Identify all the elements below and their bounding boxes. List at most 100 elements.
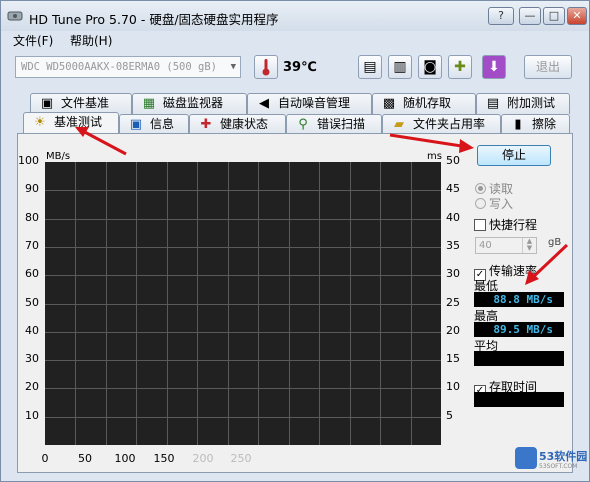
tab-disk-monitor[interactable]: ▦ 磁盘监视器 [132, 93, 247, 114]
y-right-tick: 40 [446, 210, 460, 224]
stop-button[interactable]: 停止 [477, 145, 551, 166]
thermometer-button[interactable] [254, 55, 278, 79]
tab-noise-management[interactable]: ◀ 自动噪音管理 [247, 93, 372, 114]
menu-file[interactable]: 文件(F) [13, 32, 53, 49]
y-right-tick: 10 [446, 380, 460, 394]
tab-label: 信息 [150, 117, 175, 131]
app-window: HD Tune Pro 5.70 - 硬盘/固态硬盘实用程序 ? — □ ✕ 文… [0, 0, 590, 482]
tab-file-benchmark[interactable]: ▣ 文件基准 [30, 93, 132, 114]
y-left-tick: 30 [25, 352, 39, 366]
tab-random-access[interactable]: ▩ 随机存取 [372, 93, 476, 114]
tab-label: 自动噪音管理 [278, 96, 351, 110]
quick-stroke-label: 快捷行程 [489, 218, 538, 232]
quick-stroke-checkbox[interactable]: 快捷行程 [474, 216, 537, 233]
tab-extra-tests[interactable]: ▤ 附加测试 [476, 93, 570, 114]
access-time-value [474, 392, 564, 407]
speaker-icon: ◀ [259, 96, 269, 111]
drive-select-value: WDC WD5000AAKX-08ERMA0 (500 gB) [21, 61, 217, 73]
x-tick: 100 [114, 452, 136, 465]
copy-info-button[interactable]: ▥ [388, 55, 412, 79]
min-value: 88.8 MB/s [474, 292, 564, 307]
title-bar: HD Tune Pro 5.70 - 硬盘/固态硬盘实用程序 ? — □ ✕ [1, 1, 589, 31]
tab-label: 擦除 [532, 117, 557, 131]
y-right-unit: ms [427, 151, 442, 162]
y-left-tick: 50 [25, 295, 39, 309]
x-tick: 50 [78, 452, 92, 465]
maximize-button[interactable]: □ [543, 7, 565, 25]
tab-folder-usage[interactable]: ▰ 文件夹占用率 [382, 114, 501, 135]
tab-label: 错误扫描 [317, 117, 366, 131]
exit-button[interactable]: 退出 [524, 55, 572, 79]
minimize-button[interactable]: — [519, 7, 541, 25]
transfer-rate-label: 传输速率 [489, 264, 538, 278]
health-tool-button[interactable]: ✚ [448, 55, 472, 79]
copy-text-button[interactable]: ▤ [358, 55, 382, 79]
quick-stroke-size[interactable]: 40 ▲ ▼ [475, 237, 537, 254]
watermark-logo [515, 447, 537, 469]
y-left-tick: 90 [25, 182, 39, 196]
drive-select[interactable]: WDC WD5000AAKX-08ERMA0 (500 gB) ▼ [15, 56, 241, 78]
doc-icon: ▣ [40, 96, 54, 111]
chart-grid [45, 162, 441, 445]
tab-label: 附加测试 [507, 96, 556, 110]
thermometer-icon [262, 59, 270, 76]
tab-benchmark[interactable]: ☀ 基准测试 [23, 112, 119, 134]
benchmark-chart [45, 162, 441, 445]
screenshot-button[interactable]: ◙ [418, 55, 442, 79]
download-button[interactable]: ⬇ [482, 55, 506, 79]
download-icon: ⬇ [488, 59, 500, 75]
write-radio-label: 写入 [489, 197, 514, 211]
tab-error-scan[interactable]: ⚲ 错误扫描 [286, 114, 382, 135]
y-left-tick: 70 [25, 238, 39, 252]
tab-label: 健康状态 [220, 117, 269, 131]
tab-erase[interactable]: ▮ 擦除 [501, 114, 570, 135]
tab-label: 随机存取 [403, 96, 452, 110]
radio-dot [475, 183, 486, 194]
y-right-tick: 50 [446, 154, 460, 167]
x-tick: 250 [230, 452, 252, 465]
tab-label: 文件基准 [61, 96, 110, 110]
site-watermark: 53软件园 53SOFT.COM [515, 445, 589, 477]
scan-icon: ⚲ [298, 117, 308, 132]
y-left-tick: 80 [25, 210, 39, 224]
close-button[interactable]: ✕ [567, 7, 587, 25]
watermark-name: 53软件园 [539, 450, 588, 463]
tab-label: 基准测试 [54, 115, 103, 129]
y-left-tick: 40 [25, 323, 39, 337]
copy-text-icon: ▤ [363, 59, 377, 75]
read-radio-label: 读取 [489, 182, 514, 196]
avg-value [474, 351, 564, 366]
y-right-tick: 25 [446, 295, 460, 309]
health-tool-icon: ✚ [454, 59, 466, 75]
x-tick: 150 [153, 452, 175, 465]
menu-bar: 文件(F) 帮助(H) [1, 31, 589, 49]
tab-health[interactable]: ✚ 健康状态 [189, 114, 286, 135]
y-right-tick: 20 [446, 323, 460, 337]
x-tick: 200 [192, 452, 214, 465]
help-button[interactable]: ? [488, 7, 514, 25]
tab-info[interactable]: ▣ 信息 [119, 114, 189, 135]
temperature-readout: 39℃ [283, 60, 317, 75]
info-icon: ▣ [129, 117, 143, 132]
bulb-icon: ☀ [34, 115, 46, 130]
spinner-arrows-icon[interactable]: ▲ ▼ [522, 238, 536, 253]
write-radio[interactable]: 写入 [475, 195, 513, 212]
y-right-tick: 35 [446, 238, 460, 252]
tab-label: 文件夹占用率 [413, 117, 486, 131]
quick-stroke-unit: gB [548, 237, 562, 248]
folder-icon: ▰ [394, 117, 404, 132]
y-left-tick: 10 [25, 408, 39, 422]
random-icon: ▩ [382, 96, 396, 111]
tab-label: 磁盘监视器 [163, 96, 224, 110]
chevron-down-icon: ▼ [230, 62, 236, 72]
trash-icon: ▮ [514, 117, 522, 132]
y-right-tick: 15 [446, 352, 460, 366]
app-icon [7, 11, 23, 21]
extra-icon: ▤ [486, 96, 500, 111]
checkbox-box [474, 219, 486, 231]
y-left-tick: 60 [25, 267, 39, 281]
watermark-sub: 53SOFT.COM [539, 463, 578, 470]
y-left-unit: MB/s [46, 151, 71, 162]
camera-icon: ◙ [423, 59, 437, 75]
menu-help[interactable]: 帮助(H) [70, 32, 112, 49]
